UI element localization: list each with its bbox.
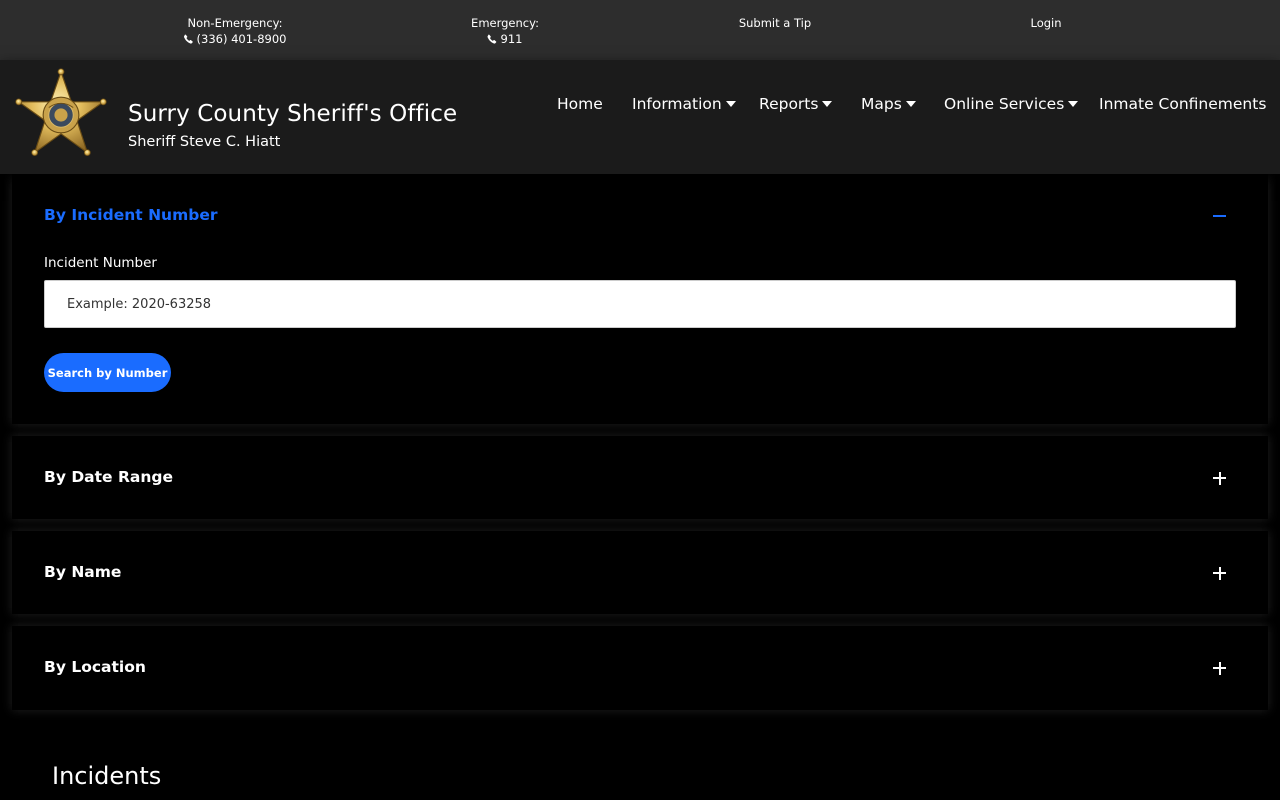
top-utility-bar: Non-Emergency: (336) 401-8900 Emergency:… bbox=[0, 0, 1280, 60]
site-subtitle: Sheriff Steve C. Hiatt bbox=[128, 134, 281, 150]
phone-icon bbox=[487, 34, 497, 44]
panel-by-incident-number: By Incident Number Incident Number Searc… bbox=[12, 174, 1268, 424]
expand-plus-icon[interactable] bbox=[1213, 471, 1227, 485]
panel-by-location[interactable]: By Location bbox=[12, 626, 1268, 710]
collapse-minus-icon[interactable] bbox=[1213, 209, 1227, 223]
caret-down-icon bbox=[822, 101, 833, 107]
non-emergency-phone-link[interactable]: (336) 401-8900 bbox=[184, 32, 287, 46]
caret-down-icon bbox=[725, 101, 736, 107]
phone-icon bbox=[184, 34, 193, 44]
nav-online-services-label: Online Services bbox=[944, 95, 1065, 113]
login-link[interactable]: Login bbox=[1030, 16, 1061, 30]
nav-reports-label: Reports bbox=[759, 95, 819, 113]
caret-down-icon bbox=[1068, 101, 1079, 107]
nav-information-label: Information bbox=[632, 95, 722, 113]
submit-tip-link[interactable]: Submit a Tip bbox=[739, 16, 811, 30]
panel-title-by-date-range[interactable]: By Date Range bbox=[44, 468, 173, 486]
nav-home-label: Home bbox=[557, 95, 603, 113]
main-nav: Home Information Reports Maps Online Ser… bbox=[0, 95, 1280, 117]
nav-online-services[interactable]: Online Services bbox=[944, 95, 1079, 113]
submit-tip-item: Submit a Tip bbox=[739, 15, 811, 31]
nav-information[interactable]: Information bbox=[632, 95, 736, 113]
emergency-phone: 911 bbox=[500, 32, 523, 46]
nav-maps-label: Maps bbox=[861, 95, 902, 113]
nav-maps[interactable]: Maps bbox=[861, 95, 916, 113]
non-emergency-contact: Non-Emergency: (336) 401-8900 bbox=[184, 15, 287, 47]
nav-home[interactable]: Home bbox=[557, 95, 603, 113]
search-by-number-button[interactable]: Search by Number bbox=[44, 353, 171, 392]
login-item: Login bbox=[1030, 15, 1061, 31]
panel-title-by-incident-number[interactable]: By Incident Number bbox=[44, 206, 217, 224]
incident-number-label: Incident Number bbox=[44, 255, 157, 271]
emergency-contact: Emergency: 911 bbox=[471, 15, 539, 47]
nav-reports[interactable]: Reports bbox=[759, 95, 833, 113]
emergency-label: Emergency: bbox=[471, 16, 539, 30]
expand-plus-icon[interactable] bbox=[1213, 566, 1227, 580]
panel-title-by-location[interactable]: By Location bbox=[44, 658, 146, 676]
panel-by-name[interactable]: By Name bbox=[12, 531, 1268, 614]
caret-down-icon bbox=[905, 101, 916, 107]
emergency-phone-link[interactable]: 911 bbox=[487, 32, 523, 46]
non-emergency-label: Non-Emergency: bbox=[187, 16, 283, 30]
panel-by-date-range[interactable]: By Date Range bbox=[12, 436, 1268, 519]
nav-inmate-confinements[interactable]: Inmate Confinements bbox=[1099, 95, 1266, 113]
incident-number-input[interactable] bbox=[44, 280, 1236, 328]
non-emergency-phone: (336) 401-8900 bbox=[196, 32, 287, 46]
site-header: Surry County Sheriff's Office Sheriff St… bbox=[0, 60, 1280, 174]
incidents-heading: Incidents bbox=[52, 762, 162, 790]
panel-title-by-name[interactable]: By Name bbox=[44, 563, 121, 581]
expand-plus-icon[interactable] bbox=[1213, 661, 1227, 675]
nav-inmate-confinements-label: Inmate Confinements bbox=[1099, 95, 1267, 113]
